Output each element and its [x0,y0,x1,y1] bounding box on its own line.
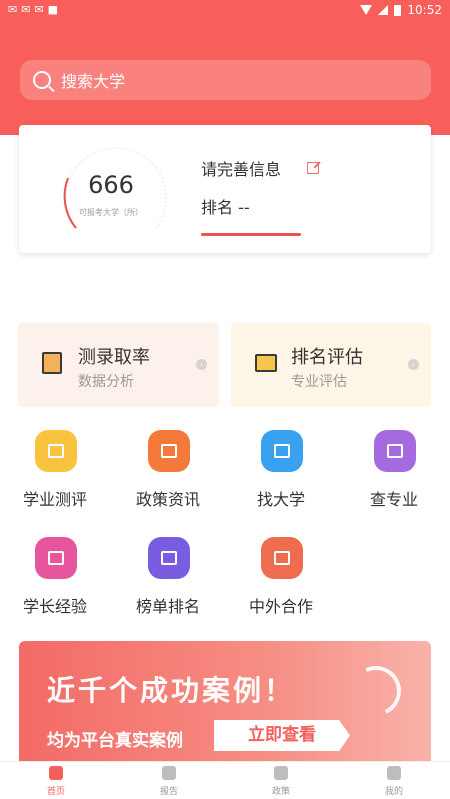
grid-item-check-major[interactable]: 查专业 [339,430,449,520]
status-bar: ✉ ✉ ✉ ■ 10:52 [0,0,450,22]
tab-home[interactable]: 首页 [11,762,101,799]
chart-line-icon [35,430,77,472]
complete-info-link[interactable]: 请完善信息 [201,156,281,180]
edit-doc-icon [42,352,62,374]
feature-title: 排名评估 [291,347,363,368]
tab-profile[interactable]: 我的 [349,762,439,799]
medal-icon [148,537,190,579]
edit-icon[interactable] [307,162,319,174]
tab-report[interactable]: 报告 [124,762,214,799]
report-icon [162,766,176,780]
grid-label: 政策资讯 [135,490,200,509]
rank-label: 排名 -- [201,198,250,217]
grid-label: 查专业 [369,490,418,509]
grid-label: 找大学 [256,490,305,509]
rank-card[interactable]: 666 可报考大学（所） 请完善信息 排名 -- [19,125,431,253]
score-value: 666 [88,171,134,199]
signal-icon [378,5,389,15]
badge-star-icon [35,537,77,579]
profile-icon [387,766,401,780]
android-icon: ■ [47,3,59,16]
view-now-button[interactable]: 立即查看 [214,720,350,751]
bar-chart-icon [255,354,277,372]
decorative-ring-icon [343,658,409,724]
feature-subtitle: 数据分析 [78,374,134,390]
grid-item-policy-news[interactable]: 政策资讯 [113,430,223,520]
search-input[interactable]: 搜索大学 [20,60,431,100]
policy-icon [274,766,288,780]
chevron-right-icon: › [408,359,419,370]
grid-item-find-university[interactable]: 找大学 [226,430,336,520]
notification-icon: ✉ [34,3,44,16]
success-cases-banner[interactable]: 近千个成功案例！ 均为平台真实案例 立即查看 [19,641,431,771]
grid-label: 学业测评 [22,490,87,509]
search-placeholder: 搜索大学 [61,72,126,91]
wifi-icon [360,5,373,15]
grid-item-academic-test[interactable]: 学业测评 [0,430,110,520]
search-icon [33,71,51,89]
tab-policy[interactable]: 政策 [236,762,326,799]
score-gauge: 666 可报考大学（所） [54,143,174,238]
battery-icon [394,4,402,16]
banner-subtext: 均为平台真实案例 [47,731,183,751]
tab-label: 我的 [384,787,403,797]
grid-label: 学长经验 [22,597,87,616]
grid-item-international[interactable]: 中外合作 [226,537,336,627]
notification-icon: ✉ [8,3,18,16]
banner-headline: 近千个成功案例！ [47,674,296,707]
chevron-right-icon: › [196,359,207,370]
handshake-icon [261,537,303,579]
grid-item-rankings[interactable]: 榜单排名 [113,537,223,627]
status-notifications: ✉ ✉ ✉ ■ [8,3,58,16]
rank-underline [201,233,301,236]
tab-label: 报告 [159,787,178,797]
feature-title: 测录取率 [78,347,150,368]
score-caption: 可报考大学（所） [79,208,143,217]
home-icon [49,766,63,780]
grid-label: 中外合作 [248,597,313,616]
tab-label: 首页 [46,787,65,797]
grid-item-senior-experience[interactable]: 学长经验 [0,537,110,627]
status-time: 10:52 [407,3,442,17]
notification-icon: ✉ [21,3,31,16]
feature-rank-evaluation[interactable]: 排名评估 专业评估 › [231,323,431,407]
bottom-tabbar: 首页 报告 政策 我的 [0,761,450,799]
university-icon [261,430,303,472]
document-icon [148,430,190,472]
feature-admission-rate[interactable]: 测录取率 数据分析 › [18,323,219,407]
feature-subtitle: 专业评估 [291,374,347,390]
tab-label: 政策 [271,787,290,797]
graduation-cap-icon [374,430,416,472]
status-system: 10:52 [360,3,442,17]
grid-label: 榜单排名 [135,597,200,616]
